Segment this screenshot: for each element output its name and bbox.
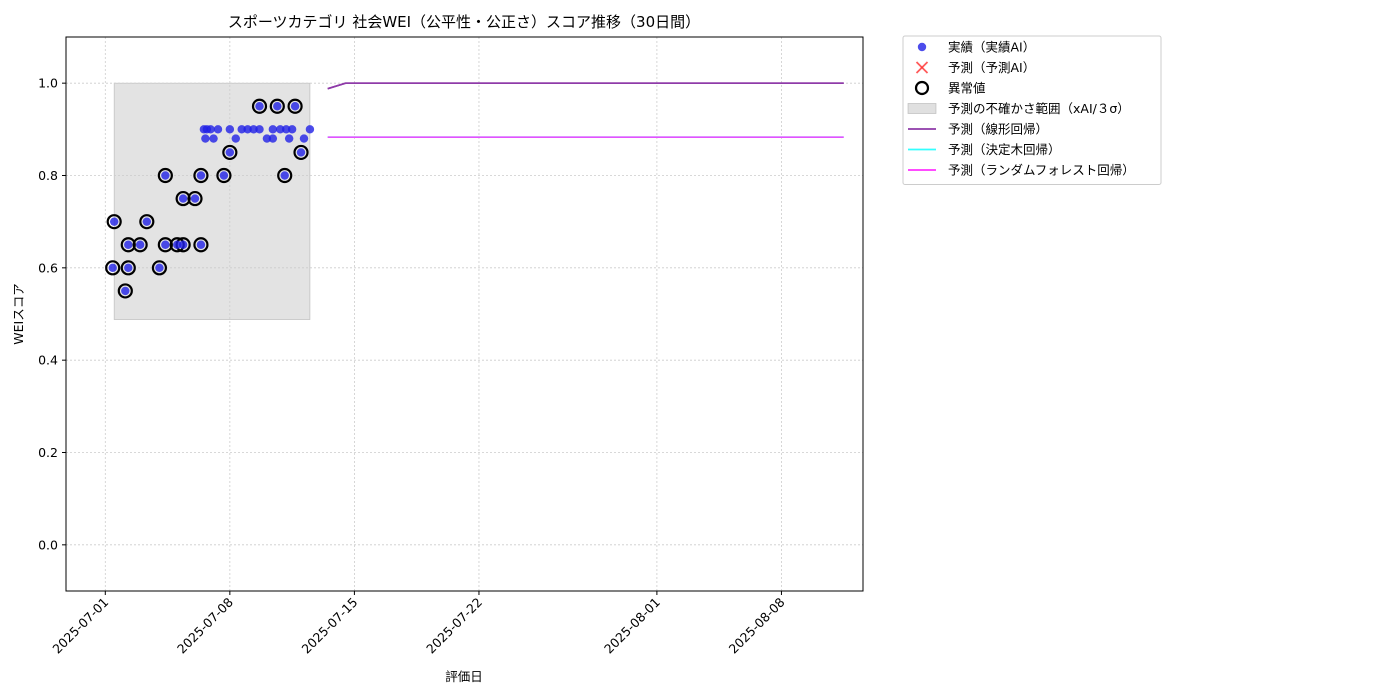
actual-point: [178, 240, 188, 249]
y-tick-label: 0.4: [38, 353, 58, 368]
y-axis-label: WEIスコア: [11, 283, 26, 344]
uncertainty-band: [113, 82, 311, 320]
x-tick-label: 2025-07-01: [49, 595, 111, 657]
x-tick-label: 2025-07-22: [423, 595, 485, 657]
actual-point: [206, 125, 215, 134]
actual-point: [219, 171, 229, 180]
y-tick-label: 0.8: [38, 168, 58, 183]
series-line-linear: [327, 82, 844, 90]
actual-point: [196, 240, 206, 249]
legend-label: 予測（決定木回帰）: [948, 142, 1061, 157]
legend: 実績（実績AI） 予測（予測AI） 異常値予測の不確かさ範囲（xAI/３σ） 予測（線…: [902, 35, 1162, 185]
actual-point: [109, 217, 119, 226]
actual-point: [209, 134, 218, 143]
actual-point: [161, 171, 170, 180]
x-tick-label: 2025-08-01: [601, 595, 663, 657]
y-tick-label: 0.6: [38, 260, 58, 275]
legend-label: 予測（線形回帰）: [948, 122, 1048, 137]
legend-label: 予測の不確かさ範囲（xAI/３σ）: [948, 101, 1130, 116]
actual-point: [178, 194, 188, 203]
x-axis-label: 評価日: [445, 669, 483, 684]
actual-point: [121, 286, 130, 296]
actual-point: [305, 125, 315, 134]
actual-point: [268, 134, 278, 143]
actual-point: [196, 171, 206, 180]
chart-title: スポーツカテゴリ 社会WEI（公平性・公正さ）スコア推移（30日間）: [228, 13, 700, 31]
actual-point: [142, 217, 152, 226]
actual-point: [284, 134, 294, 143]
actual-point: [124, 240, 133, 249]
chart-canvas: スポーツカテゴリ 社会WEI（公平性・公正さ）スコア推移（30日間） 0.00.…: [11, 13, 1162, 684]
actual-point: [213, 125, 223, 134]
x-tick-label: 2025-07-08: [174, 594, 236, 656]
actual-point: [290, 102, 300, 111]
actual-point: [273, 102, 282, 111]
x-tick-label: 2025-07-15: [299, 595, 361, 657]
actual-point: [190, 194, 200, 203]
x-tick-label: 2025-08-08: [726, 594, 788, 656]
y-tick-label: 1.0: [38, 76, 58, 91]
legend-label: 予測（予測AI）: [948, 60, 1035, 75]
legend-dot-icon: [917, 42, 927, 52]
actual-point: [161, 240, 170, 249]
legend-patch-icon: [907, 103, 937, 114]
actual-point: [280, 171, 289, 180]
actual-point: [108, 263, 117, 273]
y-tick-label: 0.2: [38, 445, 58, 460]
actual-point: [225, 125, 235, 134]
actual-point: [201, 134, 210, 143]
legend-label: 異常値: [948, 81, 986, 96]
actual-point: [287, 125, 297, 134]
actual-point: [155, 263, 164, 273]
actual-point: [268, 125, 278, 134]
actual-point: [255, 102, 264, 111]
actual-point: [299, 134, 309, 143]
plot-area: 0.0 0.2 0.4 0.6 0.8 1.0 2025-07-01 2025-07-08 20…: [38, 36, 864, 657]
y-tick-label: 0.0: [38, 537, 58, 552]
actual-point: [231, 134, 240, 143]
actual-point: [296, 148, 306, 157]
actual-point: [135, 240, 145, 249]
actual-point: [255, 125, 264, 134]
legend-label: 予測（ランダムフォレスト回帰）: [948, 163, 1135, 178]
series-line: [327, 82, 844, 90]
actual-point: [124, 263, 133, 273]
actual-point: [225, 148, 235, 157]
legend-label: 実績（実績AI）: [948, 40, 1035, 55]
